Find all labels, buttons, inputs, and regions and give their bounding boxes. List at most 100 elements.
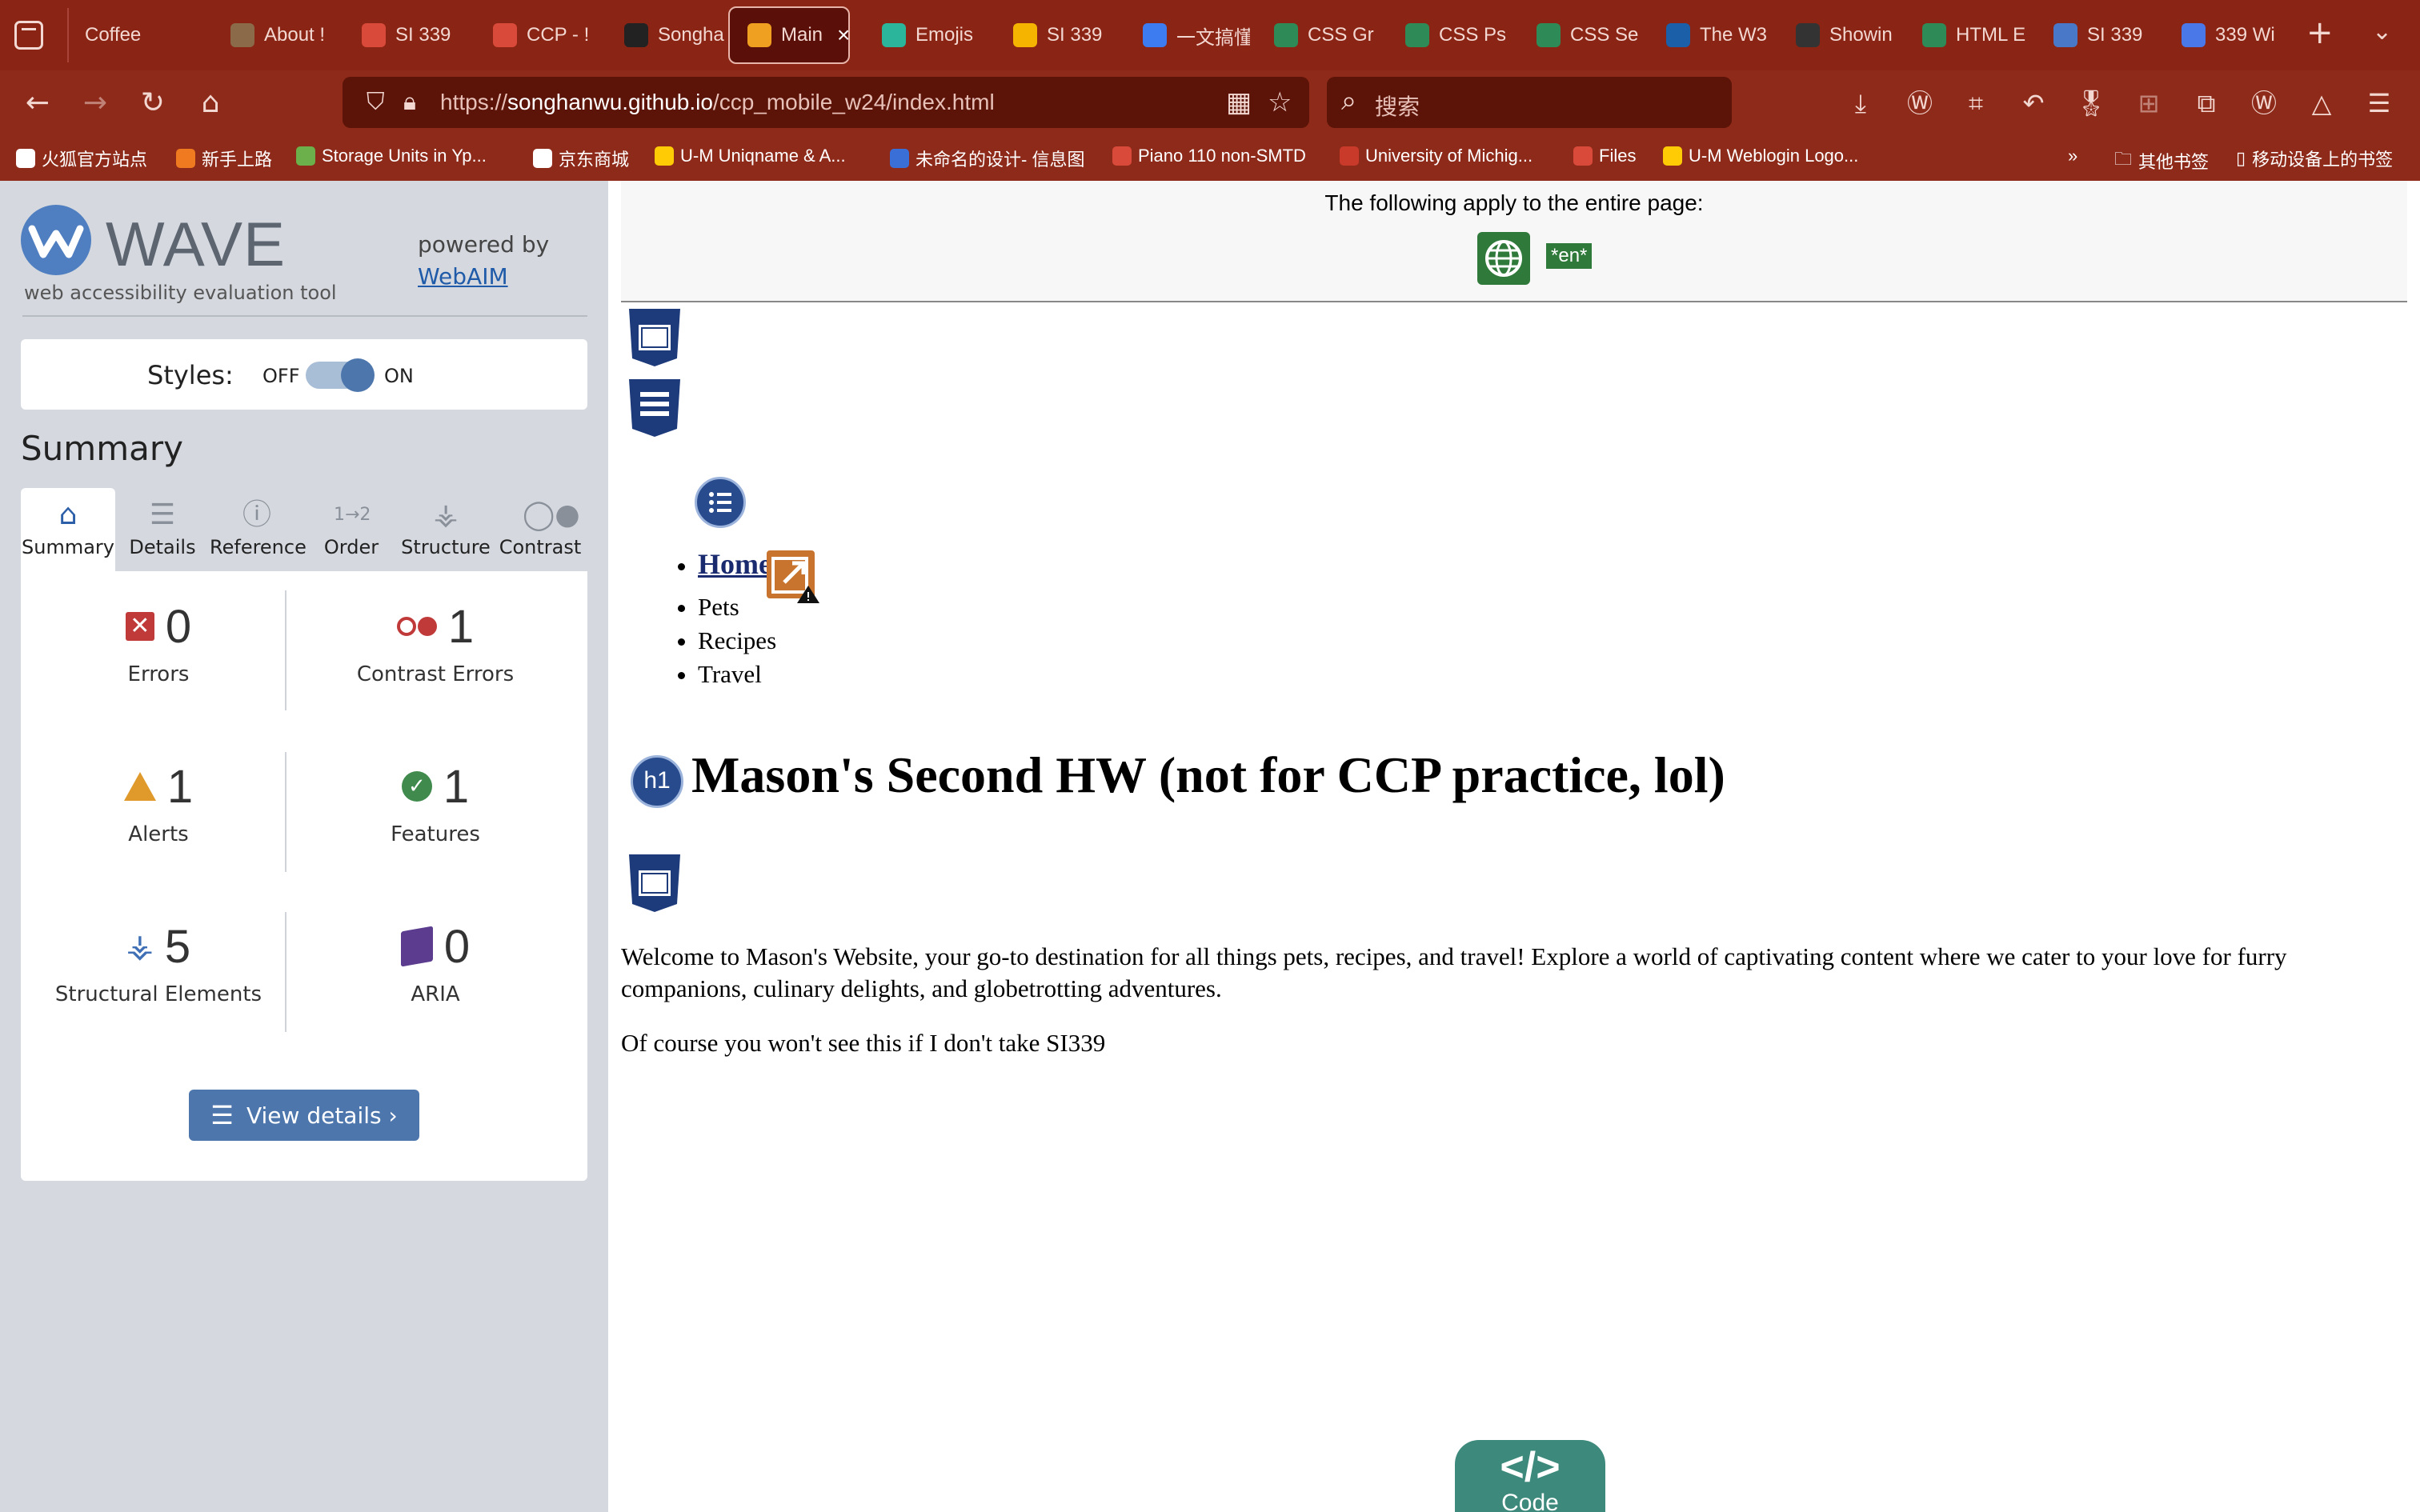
structural-label: Structural Elements (54, 982, 262, 1006)
contrast-errors-count: 1 (447, 600, 475, 653)
home-icon[interactable]: ⌂ (192, 85, 229, 122)
browser-tab[interactable]: 339 Wi (2164, 6, 2292, 64)
bookmark-item[interactable]: Files (1573, 146, 1636, 166)
code-panel-toggle[interactable]: </> Code (1455, 1440, 1605, 1512)
browser-tab[interactable]: 一文搞懂 (1125, 6, 1250, 64)
back-icon[interactable]: ← (19, 85, 56, 122)
other-bookmarks[interactable]: 🗀 其他书签 (2114, 146, 2209, 176)
contrast-errors-stat[interactable]: 1 Contrast Errors (307, 590, 563, 726)
extension-w-icon[interactable]: Ⓦ (1901, 85, 1938, 122)
nav-item-recipes: Recipes (698, 624, 776, 658)
structural-stat[interactable]: ⚶ 5 Structural Elements (30, 910, 286, 1046)
reload-icon[interactable]: ↻ (134, 85, 171, 122)
main-region-icon[interactable] (626, 853, 683, 914)
styles-toggle[interactable] (306, 358, 375, 392)
juejin-icon (1143, 23, 1167, 47)
bookmark-item[interactable]: 新手上路 (176, 146, 272, 171)
w3-icon (1405, 23, 1429, 47)
browser-tab[interactable]: CCP - ! (475, 6, 600, 64)
menu-icon[interactable]: ☰ (2361, 85, 2398, 122)
bookmark-item[interactable]: 京东商城 (533, 146, 629, 171)
browser-tab[interactable]: Main × (728, 6, 850, 64)
tab-label: The W3 (1700, 24, 1768, 46)
lock-icon[interactable]: 🔒︎ (403, 88, 416, 116)
bookmark-item[interactable]: U-M Uniqname & A... (655, 146, 846, 166)
search-bar[interactable]: ⌕ 搜索 (1327, 77, 1732, 128)
browser-tab[interactable]: CSS Gr (1256, 6, 1381, 64)
browser-tab[interactable]: SI 339 (2036, 6, 2158, 64)
url-text[interactable]: https://songhanwu.github.io/ccp_mobile_w… (440, 90, 995, 115)
tab-list-icon[interactable] (14, 21, 43, 50)
emoji-icon (882, 23, 906, 47)
download-icon[interactable]: ⤓ (1842, 85, 1879, 122)
browser-tab[interactable]: About ! (213, 6, 338, 64)
badge-icon[interactable]: 🎖︎ (2073, 85, 2109, 122)
triangle-icon[interactable]: △ (2303, 85, 2340, 122)
alerts-stat[interactable]: 1 Alerts (30, 750, 286, 886)
w3-icon (1922, 23, 1946, 47)
wave-extension-icon[interactable]: Ⓦ (2246, 85, 2282, 122)
home-link[interactable]: Home (698, 548, 771, 580)
puzzle-icon[interactable]: ⧉ (2188, 85, 2225, 122)
browser-tab[interactable]: CSS Ps (1388, 6, 1512, 64)
error-icon: ✕ (125, 612, 154, 641)
bookmark-item[interactable]: Piano 110 non-SMTD (1112, 146, 1306, 166)
url-bar[interactable]: ⛉ 🔒︎ https://songhanwu.github.io/ccp_mob… (343, 77, 1309, 128)
page-notice-text: The following apply to the entire page: (1324, 190, 1704, 215)
bookmark-item[interactable]: Storage Units in Yp... (296, 146, 487, 166)
tab-structure[interactable]: ⚶ Structure (399, 488, 493, 571)
header-region-icon[interactable] (626, 307, 683, 368)
webaim-link[interactable]: WebAIM (418, 263, 508, 290)
redundant-link-alert-icon[interactable] (765, 549, 821, 605)
bookmark-item[interactable]: 未命名的设计- 信息图 (890, 146, 1084, 171)
bookmark-item[interactable]: 火狐官方站点 (16, 146, 147, 171)
tab-reference[interactable]: ⓘ Reference (210, 488, 307, 571)
browser-tab[interactable]: HTML E (1905, 6, 2029, 64)
bookmark-label: 新手上路 (202, 150, 273, 170)
bookmark-star-icon[interactable]: ☆ (1268, 86, 1292, 118)
browser-tab[interactable]: Showin (1778, 6, 1898, 64)
browser-tab[interactable]: Emojis (864, 6, 989, 64)
forward-icon[interactable]: → (77, 85, 114, 122)
bookmark-label: Piano 110 non-SMTD (1138, 146, 1306, 166)
browser-tab[interactable]: SI 339 (344, 6, 469, 64)
undo-icon[interactable]: ↶ (2015, 85, 2052, 122)
globe-icon[interactable] (1477, 232, 1530, 285)
tab-label: Main (781, 24, 823, 46)
crop-icon[interactable]: ⌗ (1957, 85, 1994, 122)
close-icon[interactable]: × (837, 22, 848, 48)
browser-tab[interactable]: SI 339 (996, 6, 1120, 64)
bookmark-label: Files (1599, 146, 1637, 166)
mobile-bookmarks[interactable]: ▯ 移动设备上的书签 (2236, 146, 2393, 171)
um-logo-icon (1663, 146, 1682, 166)
bookmark-label: 京东商城 (559, 150, 630, 170)
chevron-down-icon[interactable]: ⌄ (2372, 18, 2392, 46)
toggle-knob[interactable] (341, 358, 375, 392)
list-icon: ☰ (149, 498, 176, 531)
browser-tab[interactable]: The W3 (1649, 6, 1773, 64)
aria-stat[interactable]: 0 ARIA (307, 910, 563, 1046)
browser-tab[interactable]: Songha (607, 6, 727, 64)
tab-order[interactable]: 1→2 Order (304, 488, 399, 571)
tab-summary[interactable]: ⌂ Summary (21, 488, 115, 571)
bookmark-item[interactable]: U-M Weblogin Logo... (1663, 146, 1858, 166)
navigation-region-icon[interactable] (626, 378, 683, 438)
view-details-button[interactable]: ☰ View details › (189, 1090, 419, 1141)
bookmarks-overflow-icon[interactable]: » (2068, 146, 2077, 166)
unordered-list-icon[interactable] (695, 477, 746, 528)
um-icon (362, 23, 386, 47)
browser-tab[interactable]: CSS Se (1519, 6, 1644, 64)
qr-code-icon[interactable]: ▦ (1226, 86, 1252, 118)
h1-heading-icon[interactable]: h1 (631, 755, 683, 808)
tab-contrast[interactable]: ◯● Contrast (493, 488, 587, 571)
bookmark-item[interactable]: University of Michig... (1340, 146, 1533, 166)
structural-count: 5 (164, 920, 191, 973)
browser-tab[interactable]: Coffee (67, 6, 203, 64)
new-tab-icon[interactable]: + (2306, 14, 2334, 51)
tracking-shield-icon[interactable]: ⛉ (367, 88, 385, 116)
extension-icon[interactable]: ⊞ (2130, 85, 2167, 122)
tab-details[interactable]: ☰ Details (115, 488, 210, 571)
errors-stat[interactable]: ✕ 0 Errors (30, 590, 286, 726)
language-badge[interactable]: *en* (1546, 243, 1593, 269)
features-stat[interactable]: ✓ 1 Features (307, 750, 563, 886)
